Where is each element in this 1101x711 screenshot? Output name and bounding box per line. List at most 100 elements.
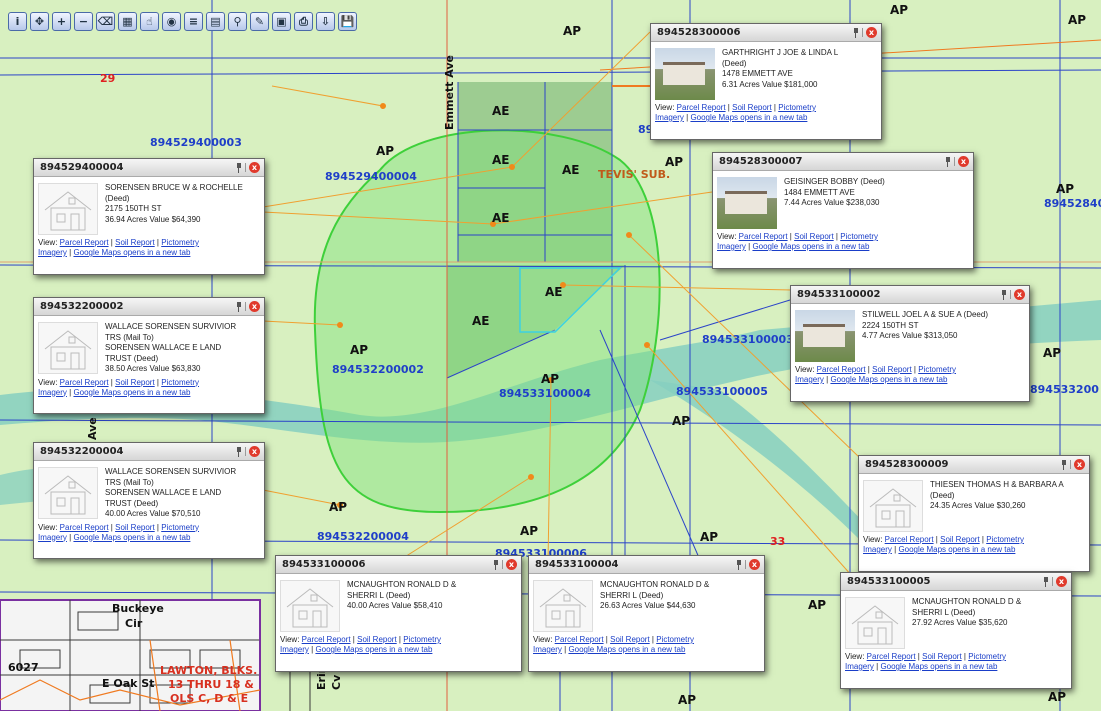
- popup-header[interactable]: 894533100005 x: [841, 573, 1071, 591]
- popup-header[interactable]: 894533100004 x: [529, 556, 764, 574]
- soil-report-link[interactable]: Soil Report: [872, 365, 912, 374]
- google-maps-link[interactable]: Google Maps opens in a new tab: [315, 645, 432, 654]
- print-tool-button[interactable]: ⎙: [294, 12, 313, 31]
- soil-report-link[interactable]: Soil Report: [357, 635, 397, 644]
- layers-tool-button[interactable]: ≡: [184, 12, 203, 31]
- parcel-tool-button[interactable]: ▤: [206, 12, 225, 31]
- parcel-report-link[interactable]: Parcel Report: [60, 378, 109, 387]
- soil-report-link[interactable]: Soil Report: [115, 523, 155, 532]
- parcel-report-link[interactable]: Parcel Report: [867, 652, 916, 661]
- pin-icon[interactable]: [493, 559, 499, 570]
- parcel-report-link[interactable]: Parcel Report: [677, 103, 726, 112]
- pictometry-link[interactable]: Pictometry: [161, 378, 199, 387]
- parcel-popup[interactable]: 894532200004 x WALLACE SORENSEN SURVIVIOR T…: [33, 442, 265, 559]
- parcel-report-link[interactable]: Parcel Report: [885, 535, 934, 544]
- parcel-popup[interactable]: 894533100005 x MCNAUGHTON RONALD D & SHERRI…: [840, 572, 1072, 689]
- popup-header[interactable]: 894533100002 x: [791, 286, 1029, 304]
- google-maps-link[interactable]: Google Maps opens in a new tab: [830, 375, 947, 384]
- close-icon[interactable]: x: [1014, 289, 1025, 300]
- soil-report-link[interactable]: Soil Report: [115, 378, 155, 387]
- pin-icon[interactable]: [853, 27, 859, 38]
- google-maps-link[interactable]: Google Maps opens in a new tab: [73, 533, 190, 542]
- save-tool-button[interactable]: 💾: [338, 12, 357, 31]
- soil-report-link[interactable]: Soil Report: [610, 635, 650, 644]
- measure-tool-button[interactable]: ▦: [118, 12, 137, 31]
- google-maps-link[interactable]: Google Maps opens in a new tab: [73, 388, 190, 397]
- imagery-link[interactable]: Imagery: [533, 645, 562, 654]
- soil-report-link[interactable]: Soil Report: [940, 535, 980, 544]
- imagery-link[interactable]: Imagery: [795, 375, 824, 384]
- pictometry-link[interactable]: Pictometry: [968, 652, 1006, 661]
- google-maps-link[interactable]: Google Maps opens in a new tab: [73, 248, 190, 257]
- parcel-popup[interactable]: 894528300007 x GEISINGER BOBBY (Deed) 1484 …: [712, 152, 974, 269]
- soil-report-link[interactable]: Soil Report: [922, 652, 962, 661]
- search-tool-button[interactable]: ⚲: [228, 12, 247, 31]
- close-icon[interactable]: x: [749, 559, 760, 570]
- popup-header[interactable]: 894533100006 x: [276, 556, 521, 574]
- imagery-link[interactable]: Imagery: [280, 645, 309, 654]
- imagery-link[interactable]: Imagery: [845, 662, 874, 671]
- pin-icon[interactable]: [236, 162, 242, 173]
- close-icon[interactable]: x: [1056, 576, 1067, 587]
- pictometry-link[interactable]: Pictometry: [778, 103, 816, 112]
- buffer-tool-button[interactable]: ▣: [272, 12, 291, 31]
- zoom-in-tool-button[interactable]: +: [52, 12, 71, 31]
- pin-icon[interactable]: [236, 446, 242, 457]
- pictometry-link[interactable]: Pictometry: [656, 635, 694, 644]
- imagery-link[interactable]: Imagery: [717, 242, 746, 251]
- parcel-popup[interactable]: 894532200002 x WALLACE SORENSEN SURVIVIOR T…: [33, 297, 265, 414]
- parcel-popup[interactable]: 894533100006 x MCNAUGHTON RONALD D & SHERRI…: [275, 555, 522, 672]
- pin-icon[interactable]: [736, 559, 742, 570]
- pin-icon[interactable]: [1061, 459, 1067, 470]
- draw-tool-button[interactable]: ✎: [250, 12, 269, 31]
- close-icon[interactable]: x: [506, 559, 517, 570]
- popup-header[interactable]: 894528300006 x: [651, 24, 881, 42]
- pin-icon[interactable]: [945, 156, 951, 167]
- google-maps-link[interactable]: Google Maps opens in a new tab: [568, 645, 685, 654]
- pin-icon[interactable]: [236, 301, 242, 312]
- parcel-report-link[interactable]: Parcel Report: [60, 523, 109, 532]
- popup-header[interactable]: 894529400004 x: [34, 159, 264, 177]
- imagery-link[interactable]: Imagery: [655, 113, 684, 122]
- pan-tool-button[interactable]: ✥: [30, 12, 49, 31]
- export-tool-button[interactable]: ⇩: [316, 12, 335, 31]
- parcel-popup[interactable]: 894533100004 x MCNAUGHTON RONALD D & SHERRI…: [528, 555, 765, 672]
- parcel-popup[interactable]: 894528300006 x GARTHRIGHT J JOE & LINDA L(…: [650, 23, 882, 140]
- google-maps-link[interactable]: Google Maps opens in a new tab: [690, 113, 807, 122]
- pin-icon[interactable]: [1001, 289, 1007, 300]
- parcel-popup[interactable]: 894529400004 x SORENSEN BRUCE W & ROCHELLE…: [33, 158, 265, 275]
- google-maps-link[interactable]: Google Maps opens in a new tab: [752, 242, 869, 251]
- soil-report-link[interactable]: Soil Report: [732, 103, 772, 112]
- parcel-popup[interactable]: 894528300009 x THIESEN THOMAS H & BARBARA …: [858, 455, 1090, 572]
- parcel-report-link[interactable]: Parcel Report: [817, 365, 866, 374]
- pictometry-link[interactable]: Pictometry: [161, 523, 199, 532]
- parcel-popup[interactable]: 894533100002 x STILWELL JOEL A & SUE A (De…: [790, 285, 1030, 402]
- pictometry-link[interactable]: Pictometry: [918, 365, 956, 374]
- pictometry-link[interactable]: Pictometry: [986, 535, 1024, 544]
- popup-header[interactable]: 894528300009 x: [859, 456, 1089, 474]
- soil-report-link[interactable]: Soil Report: [115, 238, 155, 247]
- google-maps-link[interactable]: Google Maps opens in a new tab: [898, 545, 1015, 554]
- google-maps-link[interactable]: Google Maps opens in a new tab: [880, 662, 997, 671]
- pictometry-link[interactable]: Pictometry: [840, 232, 878, 241]
- close-icon[interactable]: x: [249, 301, 260, 312]
- close-icon[interactable]: x: [249, 162, 260, 173]
- camera-tool-button[interactable]: ◉: [162, 12, 181, 31]
- popup-header[interactable]: 894532200002 x: [34, 298, 264, 316]
- parcel-report-link[interactable]: Parcel Report: [555, 635, 604, 644]
- close-icon[interactable]: x: [249, 446, 260, 457]
- identify-tool-button[interactable]: i: [8, 12, 27, 31]
- eraser-tool-button[interactable]: ⌫: [96, 12, 115, 31]
- popup-header[interactable]: 894528300007 x: [713, 153, 973, 171]
- soil-report-link[interactable]: Soil Report: [794, 232, 834, 241]
- close-icon[interactable]: x: [866, 27, 877, 38]
- close-icon[interactable]: x: [1074, 459, 1085, 470]
- imagery-link[interactable]: Imagery: [38, 388, 67, 397]
- pictometry-link[interactable]: Pictometry: [403, 635, 441, 644]
- imagery-link[interactable]: Imagery: [38, 533, 67, 542]
- parcel-report-link[interactable]: Parcel Report: [60, 238, 109, 247]
- select-tool-button[interactable]: ☝: [140, 12, 159, 31]
- parcel-report-link[interactable]: Parcel Report: [739, 232, 788, 241]
- popup-header[interactable]: 894532200004 x: [34, 443, 264, 461]
- zoom-out-tool-button[interactable]: −: [74, 12, 93, 31]
